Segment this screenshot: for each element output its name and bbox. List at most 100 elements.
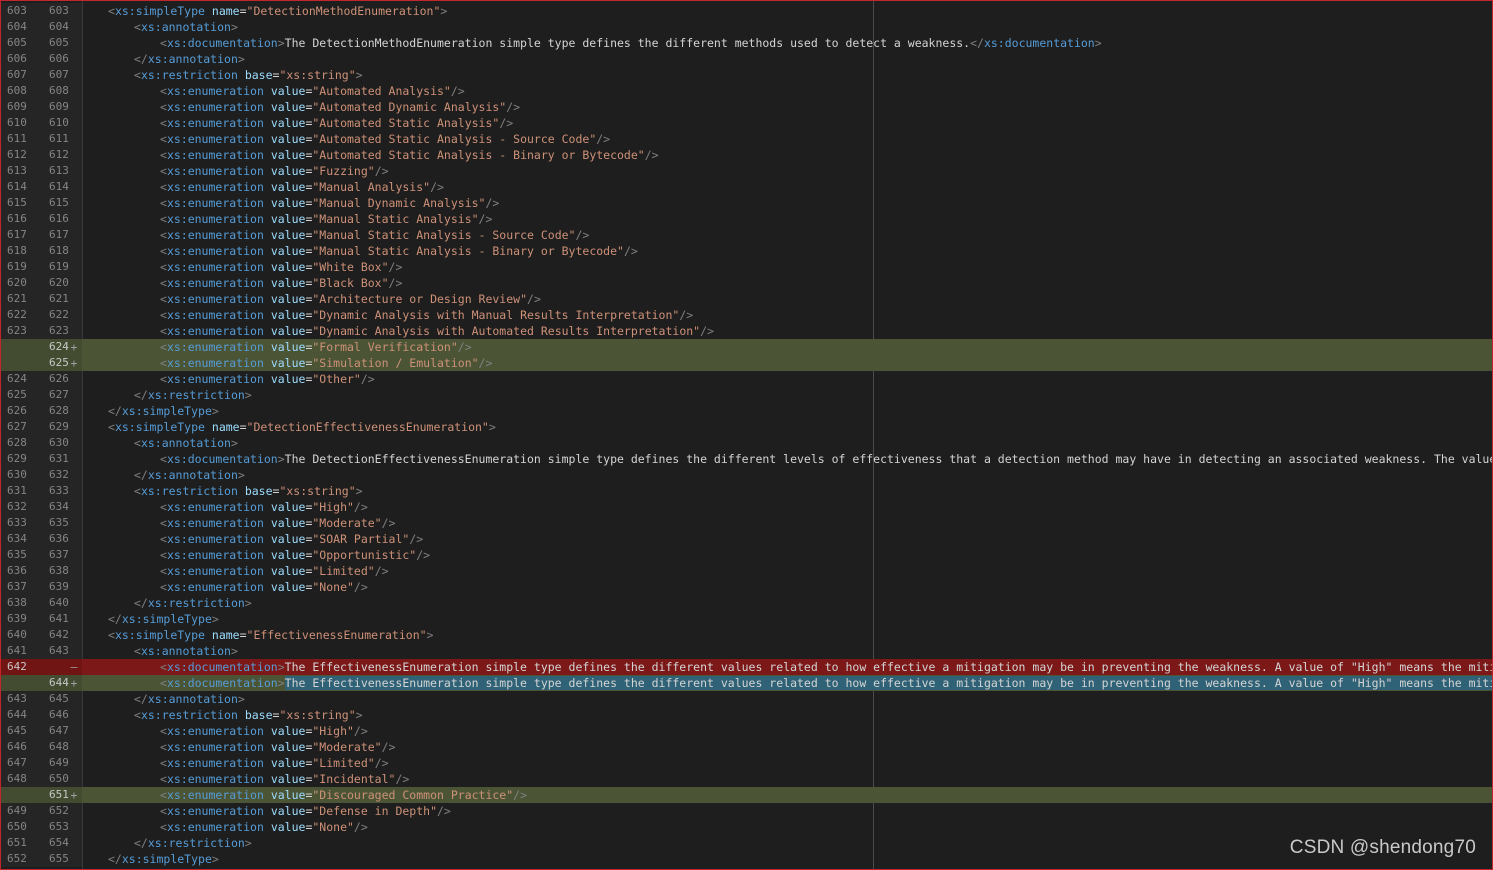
code-content[interactable]: <xs:enumeration value="Automated Static … <box>83 147 1492 163</box>
diff-lines[interactable]: 603 603 <xs:simpleType name="DetectionMeth… <box>1 3 1492 867</box>
diff-line-removed[interactable]: 642 — <xs:documentation>The EffectivenessE… <box>1 659 1492 675</box>
code-content[interactable]: <xs:enumeration value="Manual Static Ana… <box>83 211 1492 227</box>
code-content[interactable]: <xs:enumeration value="SOAR Partial"/> <box>83 531 1492 547</box>
diff-line[interactable]: 612 612 <xs:enumeration value="Automated S… <box>1 147 1492 163</box>
diff-line[interactable]: 651 654 </xs:restriction> <box>1 835 1492 851</box>
code-content[interactable]: <xs:enumeration value="Formal Verificati… <box>83 339 1492 355</box>
diff-line[interactable]: 611 611 <xs:enumeration value="Automated S… <box>1 131 1492 147</box>
diff-line[interactable]: 621 621 <xs:enumeration value="Architectur… <box>1 291 1492 307</box>
code-content[interactable]: <xs:enumeration value="Moderate"/> <box>83 515 1492 531</box>
code-content[interactable]: <xs:restriction base="xs:string"> <box>83 707 1492 723</box>
code-content[interactable]: <xs:annotation> <box>83 643 1492 659</box>
diff-line-added[interactable]: 644 + <xs:documentation>The EffectivenessE… <box>1 675 1492 691</box>
code-content[interactable]: <xs:simpleType name="EffectivenessEnumer… <box>83 627 1492 643</box>
code-content[interactable]: <xs:documentation>The DetectionMethodEnu… <box>83 35 1492 51</box>
diff-line[interactable]: 638 640 </xs:restriction> <box>1 595 1492 611</box>
diff-line[interactable]: 619 619 <xs:enumeration value="White Box"/… <box>1 259 1492 275</box>
code-content[interactable]: </xs:simpleType> <box>83 403 1492 419</box>
diff-line[interactable]: 604 604 <xs:annotation> <box>1 19 1492 35</box>
diff-line[interactable]: 634 636 <xs:enumeration value="SOAR Partia… <box>1 531 1492 547</box>
diff-line[interactable]: 637 639 <xs:enumeration value="None"/> <box>1 579 1492 595</box>
code-content[interactable]: <xs:enumeration value="Discouraged Commo… <box>83 787 1492 803</box>
diff-line[interactable]: 616 616 <xs:enumeration value="Manual Stat… <box>1 211 1492 227</box>
diff-line[interactable]: 646 648 <xs:enumeration value="Moderate"/> <box>1 739 1492 755</box>
diff-line[interactable]: 620 620 <xs:enumeration value="Black Box"/… <box>1 275 1492 291</box>
code-content[interactable]: <xs:annotation> <box>83 19 1492 35</box>
diff-line[interactable]: 623 623 <xs:enumeration value="Dynamic Ana… <box>1 323 1492 339</box>
diff-line[interactable]: 625 627 </xs:restriction> <box>1 387 1492 403</box>
code-content[interactable]: <xs:documentation>The DetectionEffective… <box>83 451 1492 467</box>
diff-line[interactable]: 610 610 <xs:enumeration value="Automated S… <box>1 115 1492 131</box>
code-content[interactable]: <xs:restriction base="xs:string"> <box>83 67 1492 83</box>
code-content[interactable]: </xs:restriction> <box>83 595 1492 611</box>
code-content[interactable]: <xs:enumeration value="Automated Dynamic… <box>83 99 1492 115</box>
diff-line[interactable]: 636 638 <xs:enumeration value="Limited"/> <box>1 563 1492 579</box>
code-content[interactable]: <xs:enumeration value="White Box"/> <box>83 259 1492 275</box>
diff-line[interactable]: 644 646 <xs:restriction base="xs:string"> <box>1 707 1492 723</box>
diff-line[interactable]: 617 617 <xs:enumeration value="Manual Stat… <box>1 227 1492 243</box>
code-content[interactable]: <xs:enumeration value="Dynamic Analysis … <box>83 323 1492 339</box>
diff-viewer[interactable]: 603 603 <xs:simpleType name="DetectionMeth… <box>0 0 1493 870</box>
diff-line[interactable]: 635 637 <xs:enumeration value="Opportunist… <box>1 547 1492 563</box>
diff-line[interactable]: 605 605 <xs:documentation>The DetectionMet… <box>1 35 1492 51</box>
diff-line[interactable]: 641 643 <xs:annotation> <box>1 643 1492 659</box>
diff-line[interactable]: 645 647 <xs:enumeration value="High"/> <box>1 723 1492 739</box>
code-content[interactable]: <xs:enumeration value="Black Box"/> <box>83 275 1492 291</box>
diff-line[interactable]: 647 649 <xs:enumeration value="Limited"/> <box>1 755 1492 771</box>
code-content[interactable]: <xs:enumeration value="Automated Static … <box>83 131 1492 147</box>
code-content[interactable]: <xs:enumeration value="Fuzzing"/> <box>83 163 1492 179</box>
code-content[interactable]: <xs:enumeration value="Manual Dynamic An… <box>83 195 1492 211</box>
code-content[interactable]: <xs:enumeration value="High"/> <box>83 499 1492 515</box>
code-content[interactable]: <xs:enumeration value="Architecture or D… <box>83 291 1492 307</box>
diff-line-added[interactable]: 624 + <xs:enumeration value="Formal Verifi… <box>1 339 1492 355</box>
code-content[interactable]: <xs:enumeration value="High"/> <box>83 723 1492 739</box>
code-content[interactable]: <xs:enumeration value="Incidental"/> <box>83 771 1492 787</box>
code-content[interactable]: </xs:restriction> <box>83 835 1492 851</box>
code-content[interactable]: <xs:simpleType name="DetectionEffectiven… <box>83 419 1492 435</box>
diff-line[interactable]: 630 632 </xs:annotation> <box>1 467 1492 483</box>
diff-line[interactable]: 606 606 </xs:annotation> <box>1 51 1492 67</box>
code-content[interactable]: </xs:annotation> <box>83 467 1492 483</box>
code-content[interactable]: </xs:simpleType> <box>83 611 1492 627</box>
diff-line[interactable]: 652 655 </xs:simpleType> <box>1 851 1492 867</box>
code-content[interactable]: <xs:restriction base="xs:string"> <box>83 483 1492 499</box>
code-content[interactable]: <xs:enumeration value="Limited"/> <box>83 755 1492 771</box>
code-content[interactable]: <xs:documentation>The EffectivenessEnume… <box>83 675 1492 691</box>
code-content[interactable]: <xs:enumeration value="Defense in Depth"… <box>83 803 1492 819</box>
diff-line[interactable]: 650 653 <xs:enumeration value="None"/> <box>1 819 1492 835</box>
code-content[interactable]: <xs:annotation> <box>83 435 1492 451</box>
diff-line-added[interactable]: 625 + <xs:enumeration value="Simulation / … <box>1 355 1492 371</box>
diff-line[interactable]: 615 615 <xs:enumeration value="Manual Dyna… <box>1 195 1492 211</box>
diff-line[interactable]: 649 652 <xs:enumeration value="Defense in … <box>1 803 1492 819</box>
diff-line[interactable]: 648 650 <xs:enumeration value="Incidental"… <box>1 771 1492 787</box>
diff-line[interactable]: 640 642 <xs:simpleType name="Effectiveness… <box>1 627 1492 643</box>
diff-line[interactable]: 622 622 <xs:enumeration value="Dynamic Ana… <box>1 307 1492 323</box>
code-content[interactable]: <xs:enumeration value="None"/> <box>83 819 1492 835</box>
diff-line[interactable]: 618 618 <xs:enumeration value="Manual Stat… <box>1 243 1492 259</box>
code-content[interactable]: <xs:enumeration value="Automated Static … <box>83 115 1492 131</box>
code-content[interactable]: <xs:enumeration value="Moderate"/> <box>83 739 1492 755</box>
diff-line[interactable]: 631 633 <xs:restriction base="xs:string"> <box>1 483 1492 499</box>
diff-line-added[interactable]: 651 + <xs:enumeration value="Discouraged C… <box>1 787 1492 803</box>
code-content[interactable]: <xs:enumeration value="None"/> <box>83 579 1492 595</box>
diff-line[interactable]: 628 630 <xs:annotation> <box>1 435 1492 451</box>
code-content[interactable]: </xs:annotation> <box>83 51 1492 67</box>
code-content[interactable]: </xs:simpleType> <box>83 851 1492 867</box>
diff-line[interactable]: 603 603 <xs:simpleType name="DetectionMeth… <box>1 3 1492 19</box>
code-content[interactable]: <xs:enumeration value="Manual Analysis"/… <box>83 179 1492 195</box>
diff-line[interactable]: 609 609 <xs:enumeration value="Automated D… <box>1 99 1492 115</box>
code-content[interactable]: <xs:enumeration value="Limited"/> <box>83 563 1492 579</box>
diff-line[interactable]: 629 631 <xs:documentation>The DetectionEff… <box>1 451 1492 467</box>
code-content[interactable]: </xs:annotation> <box>83 691 1492 707</box>
diff-line[interactable]: 643 645 </xs:annotation> <box>1 691 1492 707</box>
code-content[interactable]: <xs:enumeration value="Manual Static Ana… <box>83 243 1492 259</box>
diff-line[interactable]: 613 613 <xs:enumeration value="Fuzzing"/> <box>1 163 1492 179</box>
diff-line[interactable]: 632 634 <xs:enumeration value="High"/> <box>1 499 1492 515</box>
diff-line[interactable]: 639 641 </xs:simpleType> <box>1 611 1492 627</box>
diff-line[interactable]: 624 626 <xs:enumeration value="Other"/> <box>1 371 1492 387</box>
diff-line[interactable]: 633 635 <xs:enumeration value="Moderate"/> <box>1 515 1492 531</box>
diff-line[interactable]: 626 628 </xs:simpleType> <box>1 403 1492 419</box>
diff-line[interactable]: 607 607 <xs:restriction base="xs:string"> <box>1 67 1492 83</box>
code-content[interactable]: <xs:enumeration value="Manual Static Ana… <box>83 227 1492 243</box>
code-content[interactable]: <xs:enumeration value="Opportunistic"/> <box>83 547 1492 563</box>
